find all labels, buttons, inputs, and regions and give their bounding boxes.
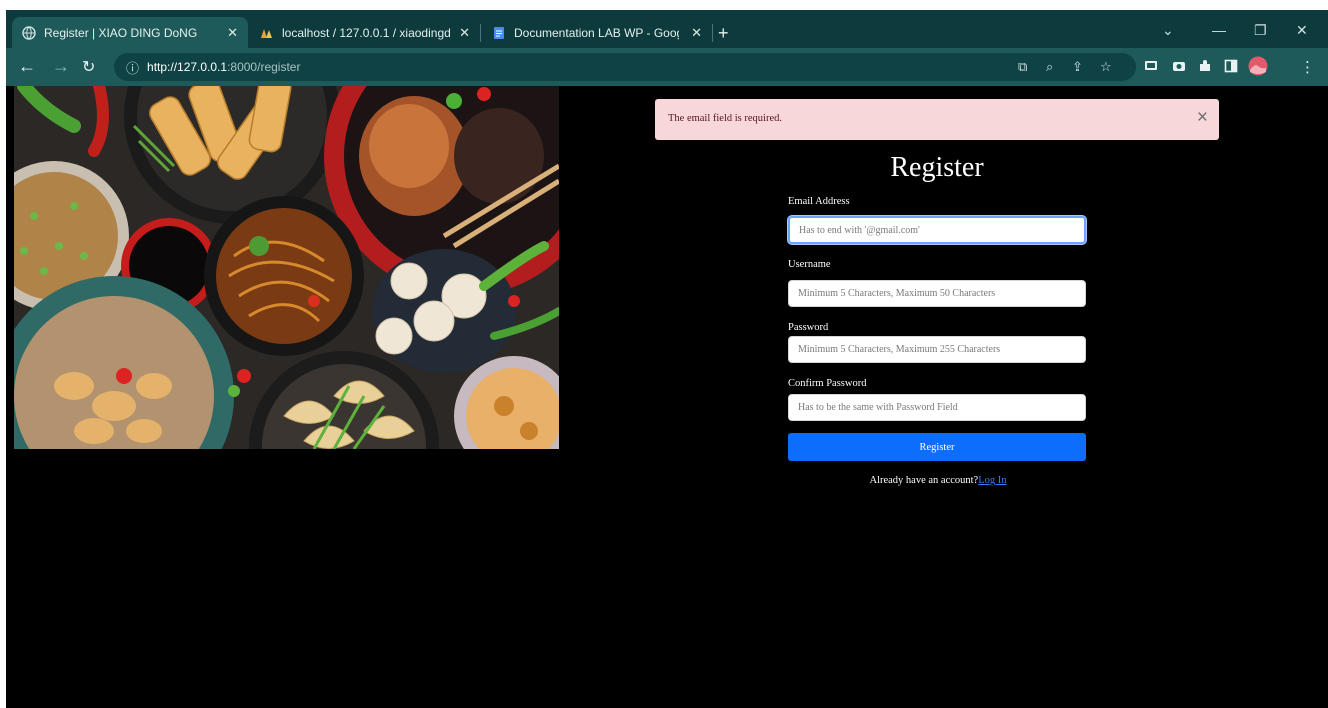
register-button[interactable]: Register bbox=[788, 433, 1086, 461]
info-icon[interactable]: ⓘ bbox=[126, 58, 139, 77]
globe-icon bbox=[22, 25, 36, 40]
back-icon[interactable]: ← bbox=[18, 56, 36, 77]
translate-icon[interactable]: ⧉ bbox=[1018, 59, 1027, 75]
profile-avatar[interactable] bbox=[1248, 56, 1268, 76]
page-title: Register bbox=[890, 152, 984, 183]
tab-search-icon[interactable]: ⌄ bbox=[1162, 22, 1174, 39]
window-frame-left bbox=[0, 0, 6, 708]
tab-separator bbox=[480, 24, 481, 42]
new-tab-button[interactable]: + bbox=[718, 23, 729, 44]
username-label: Username bbox=[788, 259, 831, 270]
email-label: Email Address bbox=[788, 196, 850, 207]
tab-separator bbox=[712, 24, 713, 42]
reload-icon[interactable]: ↻ bbox=[82, 57, 95, 77]
phpmyadmin-icon bbox=[260, 26, 274, 40]
window-frame-top bbox=[0, 0, 1328, 10]
tab-title: localhost / 127.0.0.1 / xiaodingd bbox=[282, 25, 451, 40]
alert-message: The email field is required. bbox=[668, 113, 782, 124]
browser-toolbar: ← → ↻ ⓘ http://127.0.0.1:8000/register ⧉… bbox=[6, 48, 1328, 86]
url-path: :8000/register bbox=[227, 60, 301, 74]
tab-bar: Register | XIAO DING DoNG ✕ localhost / … bbox=[6, 10, 1328, 48]
tab-title: Register | XIAO DING DoNG bbox=[44, 25, 198, 40]
share-icon[interactable]: ⇪ bbox=[1072, 59, 1083, 75]
login-prompt: Already have an account?Log In bbox=[788, 475, 1088, 486]
minimize-icon[interactable]: — bbox=[1212, 22, 1226, 38]
tab-google-docs[interactable]: Documentation LAB WP - Goog ✕ bbox=[482, 17, 712, 48]
food-banner-image bbox=[14, 86, 559, 449]
menu-kebab-icon[interactable]: ⋮ bbox=[1300, 58, 1315, 76]
forward-icon[interactable]: → bbox=[52, 56, 70, 77]
extension-screen-icon[interactable] bbox=[1144, 59, 1158, 73]
username-field[interactable] bbox=[788, 280, 1086, 307]
login-prompt-text: Already have an account? bbox=[869, 475, 979, 486]
docs-icon bbox=[492, 26, 506, 40]
confirm-password-field[interactable] bbox=[788, 394, 1086, 421]
tab-phpmyadmin[interactable]: localhost / 127.0.0.1 / xiaodingd ✕ bbox=[250, 17, 480, 48]
extension-camera-icon[interactable] bbox=[1172, 59, 1186, 73]
close-window-icon[interactable]: ✕ bbox=[1296, 22, 1308, 39]
close-icon[interactable]: ✕ bbox=[691, 25, 702, 41]
close-icon[interactable]: × bbox=[1197, 108, 1208, 127]
zoom-icon[interactable]: ⌕ bbox=[1046, 59, 1053, 75]
address-bar[interactable]: ⓘ http://127.0.0.1:8000/register ⧉ ⌕ ⇪ ☆ bbox=[114, 53, 1136, 81]
close-icon[interactable]: ✕ bbox=[227, 25, 238, 41]
bookmark-star-icon[interactable]: ☆ bbox=[1100, 59, 1112, 75]
error-alert: The email field is required. × bbox=[655, 99, 1219, 140]
side-panel-icon[interactable] bbox=[1224, 59, 1238, 73]
close-icon[interactable]: ✕ bbox=[459, 25, 470, 41]
tab-title: Documentation LAB WP - Goog bbox=[514, 25, 679, 40]
confirm-password-label: Confirm Password bbox=[788, 378, 867, 389]
restore-icon[interactable]: ❐ bbox=[1254, 22, 1267, 39]
password-field[interactable] bbox=[788, 336, 1086, 363]
extensions-puzzle-icon[interactable] bbox=[1198, 59, 1212, 73]
login-link[interactable]: Log In bbox=[978, 475, 1006, 486]
tab-register[interactable]: Register | XIAO DING DoNG ✕ bbox=[12, 17, 248, 48]
url-text: http://127.0.0.1:8000/register bbox=[147, 60, 300, 74]
password-label: Password bbox=[788, 322, 829, 333]
url-host: http://127.0.0.1 bbox=[147, 60, 228, 74]
email-field[interactable] bbox=[788, 216, 1086, 244]
